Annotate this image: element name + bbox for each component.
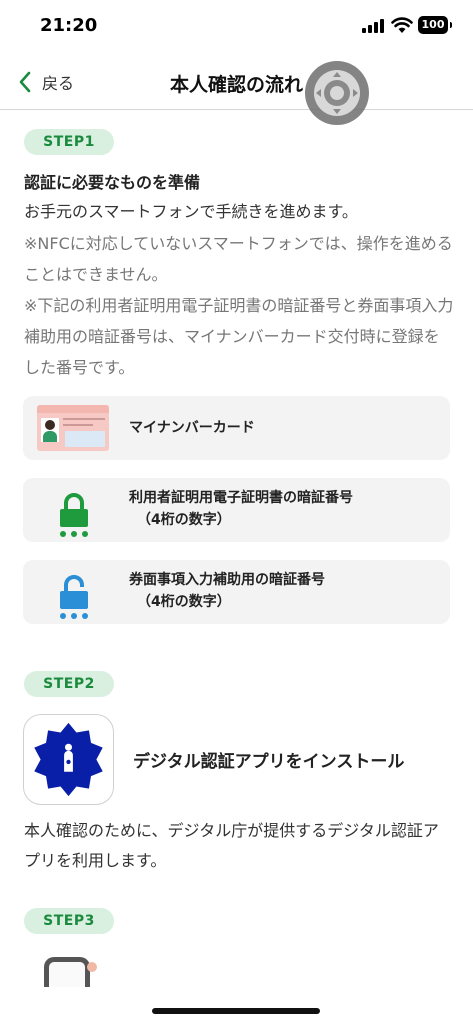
step3-badge: STEP3 — [24, 908, 114, 934]
main-content[interactable]: STEP1 認証に必要なものを準備 お手元のスマートフォンで手続きを進めます。 … — [0, 111, 473, 987]
step1-note-pin: ※下記の利用者証明用電子証明書の暗証番号と券面事項入力補助用の暗証番号は、マイナ… — [24, 296, 454, 377]
status-bar: 21:20 100 — [0, 0, 473, 52]
home-indicator[interactable] — [152, 1008, 320, 1014]
step2-app-title: デジタル認証アプリをインストール — [133, 752, 405, 772]
page-title: 本人確認の流れ — [169, 74, 303, 96]
green-lock-icon — [60, 493, 88, 537]
navigation-bar: 戻る 本人確認の流れ — [0, 52, 473, 110]
status-time: 21:20 — [40, 15, 98, 36]
requirement-item-user-pin: 利用者証明用電子証明書の暗証番号 （4桁の数字） — [23, 478, 450, 542]
requirement-label: マイナンバーカード — [129, 420, 255, 436]
requirement-item-card-pin: 券面事項入力補助用の暗証番号 （4桁の数字） — [23, 560, 450, 624]
requirement-item-card: マイナンバーカード — [23, 396, 450, 460]
phone-icon — [44, 957, 97, 987]
signal-icon — [362, 19, 384, 33]
step2-description: 本人確認のために、デジタル庁が提供するデジタル認証アプリを利用します。 — [24, 821, 439, 870]
my-number-card-icon — [37, 405, 109, 451]
step1-description: お手元のスマートフォンで手続きを進めます。 — [24, 202, 358, 221]
wifi-icon — [391, 17, 413, 33]
dpad-icon — [314, 70, 360, 116]
requirement-sub: （4桁の数字） — [137, 512, 231, 528]
requirement-label: 券面事項入力補助用の暗証番号 — [129, 572, 325, 588]
digital-auth-app-icon — [23, 714, 114, 805]
step1-note-nfc: ※NFCに対応していないスマートフォンでは、操作を進めることはできません。 — [24, 234, 453, 284]
requirement-label: 利用者証明用電子証明書の暗証番号 — [129, 490, 353, 506]
step2-badge: STEP2 — [24, 671, 114, 697]
battery-icon: 100 — [418, 16, 452, 34]
step1-badge: STEP1 — [24, 129, 114, 155]
step1-heading: 認証に必要なものを準備 — [24, 173, 201, 192]
requirement-sub: （4桁の数字） — [137, 594, 231, 610]
blue-lock-icon — [60, 575, 88, 619]
assistive-touch-button[interactable] — [305, 61, 369, 125]
